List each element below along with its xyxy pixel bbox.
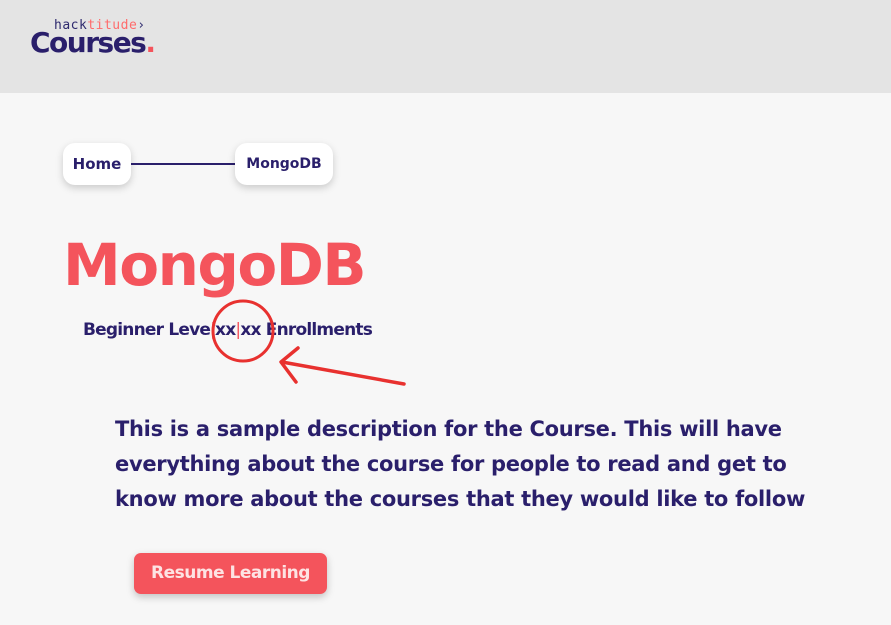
breadcrumb-home[interactable]: Home [63, 143, 131, 185]
enrollment-label: Enrollments [260, 320, 373, 340]
top-header: hacktitude› Courses. [0, 0, 891, 93]
logo-wordmark: Courses. [30, 26, 156, 59]
arrow-annotation-icon [279, 346, 406, 386]
course-title: MongoDB [63, 231, 367, 299]
hacktitude-courses-logo[interactable]: hacktitude› Courses. [30, 18, 170, 60]
enrollment-count: xx [240, 320, 261, 340]
course-description: This is a sample description for the Cou… [115, 417, 806, 511]
course-meta: Beginner Leve|xx|xx Enrollments [83, 318, 373, 342]
breadcrumb-connector [131, 163, 235, 165]
breadcrumb: Home MongoDB [63, 143, 333, 187]
annotation-overlay [211, 299, 406, 386]
resume-learning-button[interactable]: Resume Learning [134, 553, 327, 594]
meta-value: xx [215, 320, 236, 340]
breadcrumb-mongodb[interactable]: MongoDB [235, 143, 333, 185]
course-level: Beginner Leve [83, 320, 211, 340]
